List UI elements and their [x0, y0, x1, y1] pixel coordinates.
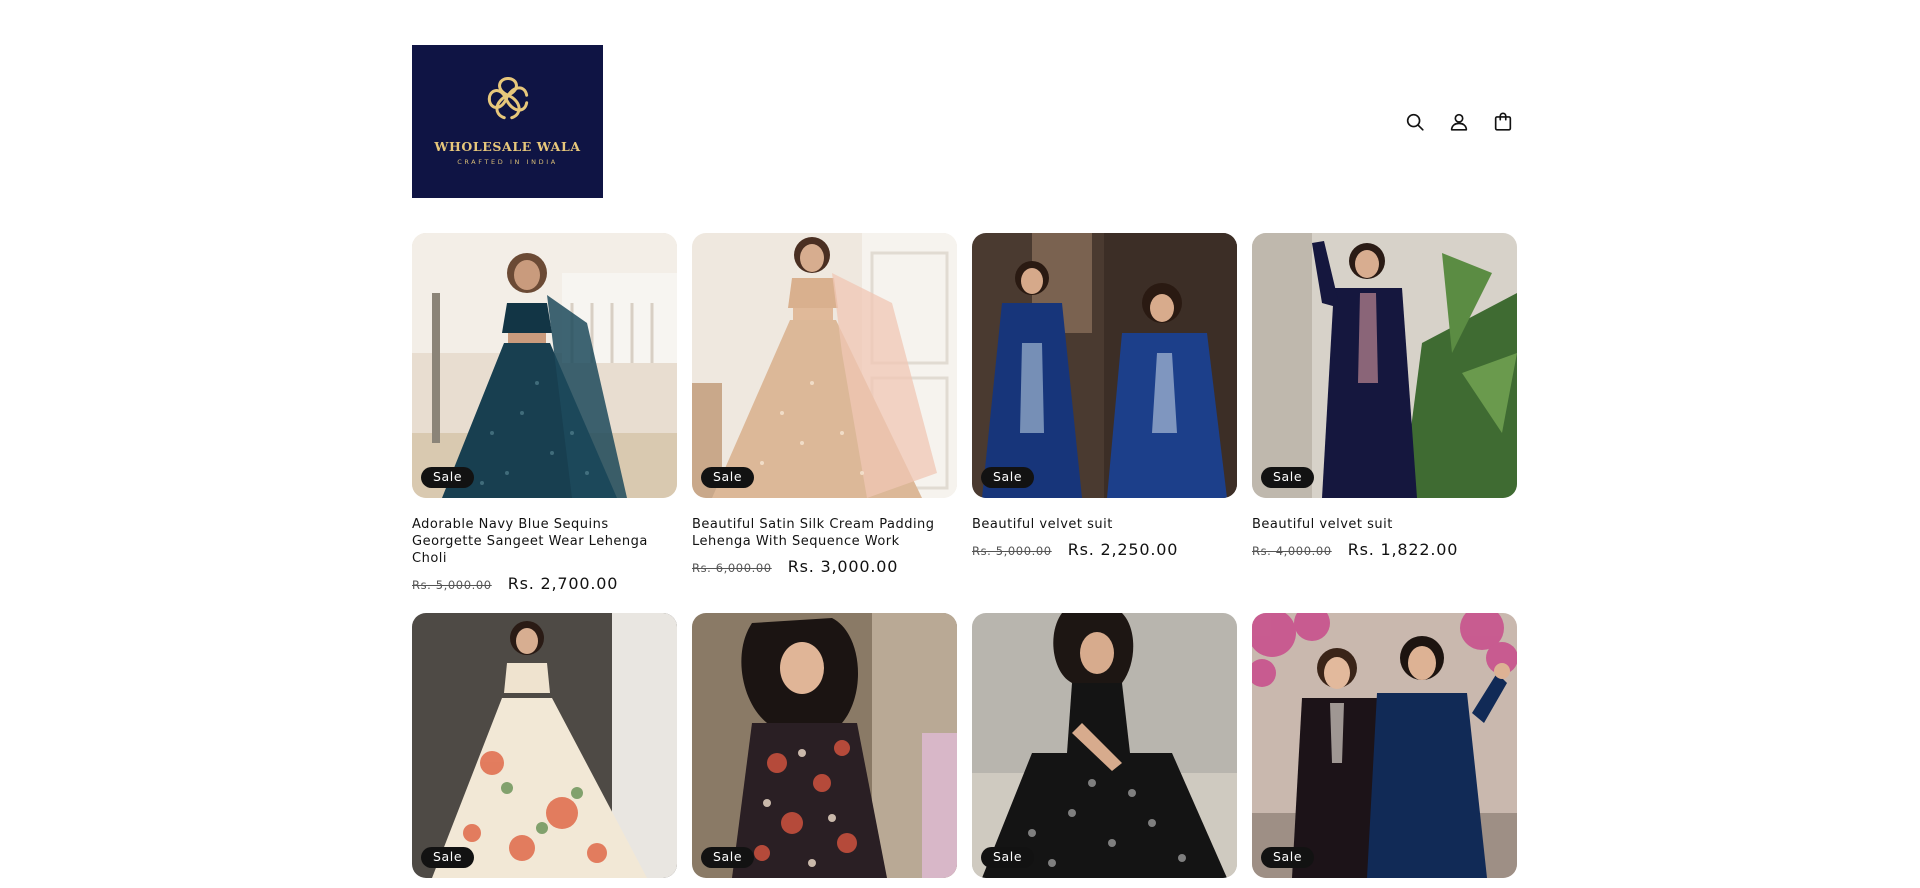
- product-card[interactable]: Sale Beautiful Satin Silk Cream Padding …: [692, 233, 957, 576]
- product-image: Sale: [412, 233, 677, 498]
- product-card[interactable]: Sale: [412, 613, 677, 878]
- search-button[interactable]: [1400, 107, 1430, 137]
- cart-button[interactable]: [1488, 107, 1518, 137]
- logo-tagline: CRAFTED IN INDIA: [457, 158, 558, 166]
- logo[interactable]: WHOLESALE WALA CRAFTED IN INDIA: [412, 45, 603, 198]
- site-header: WHOLESALE WALA CRAFTED IN INDIA: [412, 45, 1518, 198]
- product-title[interactable]: Adorable Navy Blue Sequins Georgette San…: [412, 516, 677, 567]
- product-card[interactable]: Sale: [1252, 613, 1517, 878]
- product-title[interactable]: Beautiful velvet suit: [972, 516, 1237, 533]
- product-card[interactable]: Sale Beautiful velvet suit Rs. 4,000.00 …: [1252, 233, 1517, 559]
- sale-badge: Sale: [421, 466, 475, 488]
- product-title[interactable]: Beautiful Satin Silk Cream Padding Lehen…: [692, 516, 957, 550]
- logo-knot-icon: [487, 76, 528, 120]
- product-image: Sale: [972, 233, 1237, 498]
- sale-badge: Sale: [701, 466, 755, 488]
- sale-badge: Sale: [1261, 846, 1315, 868]
- regular-price: Rs. 4,000.00: [1252, 544, 1332, 558]
- product-title[interactable]: Beautiful velvet suit: [1252, 516, 1517, 533]
- product-card[interactable]: Sale: [692, 613, 957, 878]
- sale-price: Rs. 2,700.00: [507, 574, 619, 593]
- regular-price: Rs. 5,000.00: [972, 544, 1052, 558]
- header-icons: [1400, 107, 1518, 137]
- product-image: Sale: [1252, 613, 1517, 878]
- sale-price: Rs. 3,000.00: [787, 557, 899, 576]
- regular-price: Rs. 6,000.00: [692, 561, 772, 575]
- account-icon: [1450, 113, 1468, 131]
- product-price: Rs. 6,000.00 Rs. 3,000.00: [692, 557, 957, 576]
- product-price: Rs. 5,000.00 Rs. 2,700.00: [412, 574, 677, 593]
- sale-badge: Sale: [421, 846, 475, 868]
- regular-price: Rs. 5,000.00: [412, 578, 492, 592]
- sale-price: Rs. 2,250.00: [1067, 540, 1179, 559]
- account-button[interactable]: [1444, 107, 1474, 137]
- product-card[interactable]: Sale: [972, 613, 1237, 878]
- product-price: Rs. 5,000.00 Rs. 2,250.00: [972, 540, 1237, 559]
- product-price: Rs. 4,000.00 Rs. 1,822.00: [1252, 540, 1517, 559]
- logo-name: WHOLESALE WALA: [434, 139, 581, 154]
- product-card[interactable]: Sale Beautiful velvet suit Rs. 5,000.00 …: [972, 233, 1237, 559]
- sale-price: Rs. 1,822.00: [1347, 540, 1459, 559]
- search-icon: [1406, 113, 1424, 131]
- product-card[interactable]: Sale Adorable Navy Blue Sequins Georgett…: [412, 233, 677, 593]
- product-image: Sale: [1252, 233, 1517, 498]
- sale-badge: Sale: [981, 846, 1035, 868]
- product-image: Sale: [692, 233, 957, 498]
- product-image: Sale: [972, 613, 1237, 878]
- sale-badge: Sale: [981, 466, 1035, 488]
- product-image: Sale: [412, 613, 677, 878]
- sale-badge: Sale: [1261, 466, 1315, 488]
- product-image: Sale: [692, 613, 957, 878]
- sale-badge: Sale: [701, 846, 755, 868]
- cart-icon: [1494, 112, 1512, 131]
